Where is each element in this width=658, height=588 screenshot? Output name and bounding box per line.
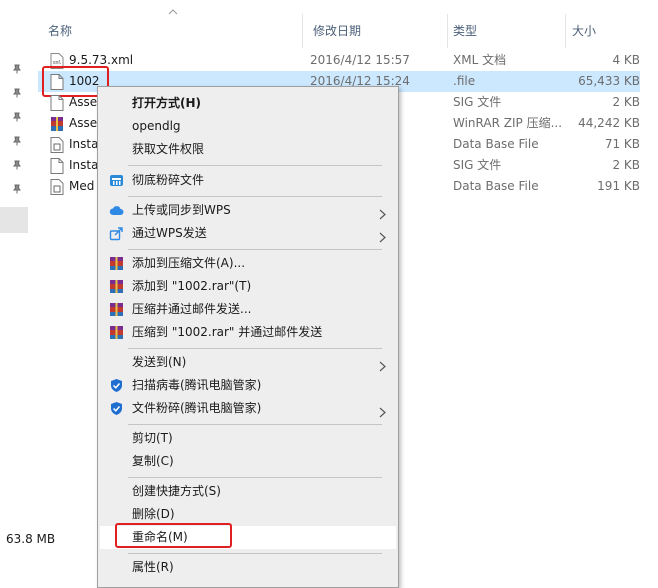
menu-item-compress-email[interactable]: 压缩并通过邮件发送... — [100, 298, 396, 321]
menu-item-opendlg[interactable]: opendlg — [100, 115, 396, 138]
menu-item-send-to[interactable]: 发送到(N) — [100, 351, 396, 374]
pin-icon[interactable] — [12, 160, 22, 170]
file-size: 4 KB — [612, 53, 640, 67]
menu-separator — [128, 553, 382, 554]
menu-item-open-with[interactable]: 打开方式(H) — [100, 92, 396, 115]
file-type: .file — [453, 74, 476, 88]
winrar-icon — [109, 256, 124, 271]
database-file-icon — [50, 137, 64, 153]
menu-item-label: 彻底粉碎文件 — [132, 173, 205, 187]
menu-item-label: 复制(C) — [132, 454, 174, 468]
blank-file-icon — [50, 95, 64, 111]
menu-item-permissions[interactable]: 获取文件权限 — [100, 138, 396, 161]
shield-icon — [109, 378, 124, 393]
menu-separator — [128, 165, 382, 166]
file-type: Data Base File — [453, 137, 539, 151]
menu-item-wps-send[interactable]: 通过WPS发送 — [100, 222, 396, 245]
menu-item-cut[interactable]: 剪切(T) — [100, 427, 396, 450]
status-size: 63.8 MB — [6, 532, 56, 546]
column-type[interactable]: 类型 — [443, 14, 566, 48]
menu-item-scan-virus[interactable]: 扫描病毒(腾讯电脑管家) — [100, 374, 396, 397]
winrar-icon — [50, 116, 64, 132]
menu-item-compress-rar-email[interactable]: 压缩到 "1002.rar" 并通过邮件发送 — [100, 321, 396, 344]
menu-item-label: 剪切(T) — [132, 431, 173, 445]
menu-item-label: 发送到(N) — [132, 355, 187, 369]
pin-icon[interactable] — [12, 112, 22, 122]
pin-icon[interactable] — [12, 88, 22, 98]
menu-item-create-shortcut[interactable]: 创建快捷方式(S) — [100, 480, 396, 503]
menu-item-label: 扫描病毒(腾讯电脑管家) — [132, 378, 262, 392]
file-size: 2 KB — [612, 158, 640, 172]
chevron-right-icon — [379, 357, 386, 372]
file-size: 2 KB — [612, 95, 640, 109]
menu-item-label: 压缩到 "1002.rar" 并通过邮件发送 — [132, 325, 323, 339]
menu-separator — [128, 424, 382, 425]
menu-separator — [128, 196, 382, 197]
cloud-icon — [109, 203, 124, 218]
file-type: SIG 文件 — [453, 158, 502, 172]
file-size: 65,433 KB — [578, 74, 640, 88]
navigation-pane — [0, 0, 28, 570]
menu-item-label: opendlg — [132, 119, 181, 133]
file-type: SIG 文件 — [453, 95, 502, 109]
menu-item-wps-sync[interactable]: 上传或同步到WPS — [100, 199, 396, 222]
menu-item-label: 获取文件权限 — [132, 142, 205, 156]
share-icon — [109, 226, 124, 241]
pin-icon[interactable] — [12, 184, 22, 194]
pin-icon[interactable] — [12, 136, 22, 146]
chevron-right-icon — [379, 228, 386, 243]
menu-item-label: 打开方式(H) — [132, 96, 202, 110]
file-size: 44,242 KB — [578, 116, 640, 130]
menu-item-add-rar[interactable]: 添加到 "1002.rar"(T) — [100, 275, 396, 298]
nav-selected-item[interactable] — [0, 207, 28, 233]
menu-item-label: 属性(R) — [132, 560, 174, 574]
menu-item-copy[interactable]: 复制(C) — [100, 450, 396, 473]
column-size[interactable]: 大小 — [562, 14, 648, 48]
menu-item-label: 压缩并通过邮件发送... — [132, 302, 252, 316]
file-name: Med — [69, 179, 95, 193]
menu-separator — [128, 348, 382, 349]
menu-item-label: 上传或同步到WPS — [132, 203, 231, 217]
file-type: WinRAR ZIP 压缩... — [453, 116, 563, 130]
menu-item-label: 添加到 "1002.rar"(T) — [132, 279, 252, 293]
menu-separator — [128, 249, 382, 250]
menu-separator — [128, 477, 382, 478]
menu-item-file-shred[interactable]: 文件粉碎(腾讯电脑管家) — [100, 397, 396, 420]
column-name[interactable]: 名称 — [38, 14, 303, 48]
file-name: Insta — [69, 158, 99, 172]
winrar-icon — [109, 279, 124, 294]
file-type: XML 文档 — [453, 53, 507, 67]
column-header: 名称 修改日期 类型 大小 — [38, 9, 648, 48]
menu-item-add-archive[interactable]: 添加到压缩文件(A)... — [100, 252, 396, 275]
file-name: Asse — [69, 95, 98, 109]
menu-item-label: 添加到压缩文件(A)... — [132, 256, 246, 270]
menu-item-label: 创建快捷方式(S) — [132, 484, 221, 498]
highlight-box-rename — [115, 523, 232, 548]
menu-item-label: 通过WPS发送 — [132, 226, 207, 240]
file-name: Insta — [69, 137, 99, 151]
winrar-icon — [109, 325, 124, 340]
chevron-right-icon — [379, 403, 386, 418]
file-type: Data Base File — [453, 179, 539, 193]
winrar-icon — [109, 302, 124, 317]
menu-item-shred[interactable]: 彻底粉碎文件 — [100, 169, 396, 192]
chevron-right-icon — [379, 205, 386, 220]
shield-icon — [109, 401, 124, 416]
blank-file-icon — [50, 158, 64, 174]
database-file-icon — [50, 179, 64, 195]
file-row[interactable]: xml 9.5.73.xml 2016/4/12 15:57 XML 文档 4 … — [38, 50, 640, 71]
file-name: Asse — [69, 116, 98, 130]
column-date[interactable]: 修改日期 — [303, 14, 448, 48]
shredder-icon — [109, 173, 124, 188]
menu-item-label: 文件粉碎(腾讯电脑管家) — [132, 401, 262, 415]
pin-icon[interactable] — [12, 64, 22, 74]
menu-item-properties[interactable]: 属性(R) — [100, 556, 396, 579]
file-date: 2016/4/12 15:57 — [310, 53, 410, 67]
file-size: 191 KB — [597, 179, 640, 193]
file-size: 71 KB — [604, 137, 640, 151]
context-menu: 打开方式(H) opendlg 获取文件权限 彻底粉碎文件 上传或同步到WPS … — [97, 86, 399, 588]
